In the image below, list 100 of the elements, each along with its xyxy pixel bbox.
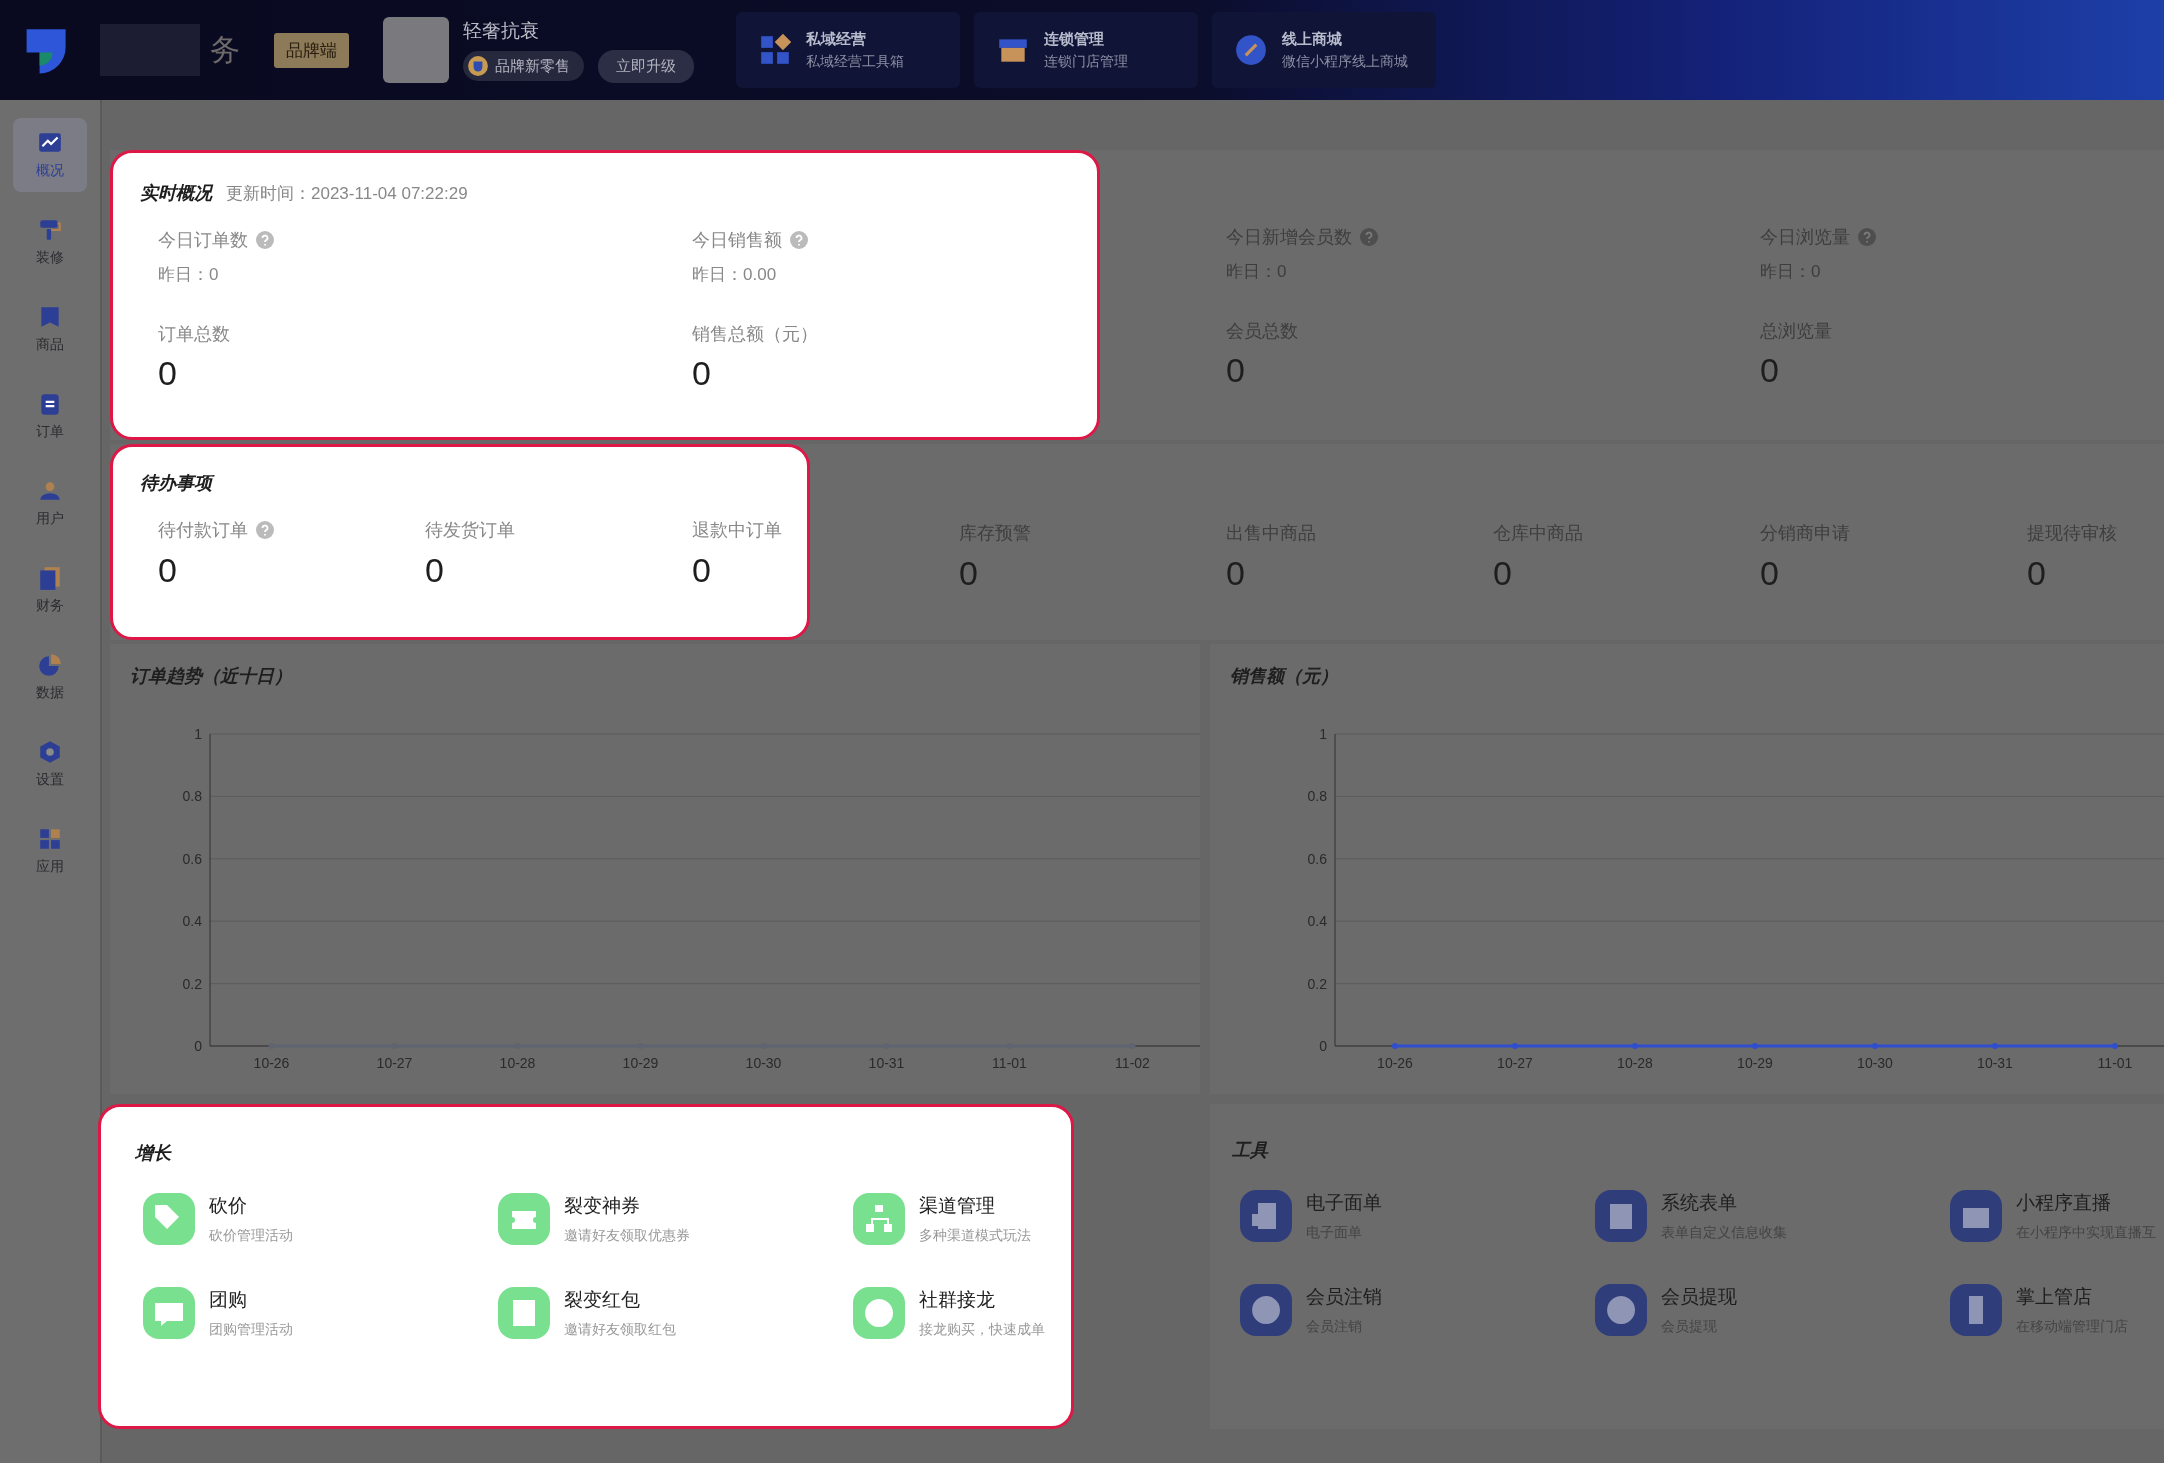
feature-name[interactable]: 砍价 (209, 1193, 293, 1219)
feature-name[interactable]: 小程序直播 (2016, 1190, 2156, 1216)
todo-count[interactable]: 0 (959, 554, 1226, 593)
y-tick-label: 0.6 (1307, 850, 1327, 867)
yesterday-value: 昨日：0 (158, 264, 220, 286)
feature-name[interactable]: 裂变红包 (564, 1287, 676, 1313)
y-tick-label: 0.4 (1307, 913, 1327, 930)
todo-count[interactable]: 0 (1226, 554, 1493, 593)
nav-card[interactable]: 线上商城 微信小程序线上商城 (1212, 12, 1436, 88)
x-tick-label: 10-27 (376, 1055, 413, 1071)
nav-card-subtitle: 连锁门店管理 (1044, 52, 1128, 71)
feature-description: 砍价管理活动 (209, 1227, 293, 1245)
section-title: 增长 (135, 1142, 173, 1165)
stat-label: 今日销售额 (692, 229, 782, 252)
y-tick-label: 0.2 (1307, 975, 1327, 992)
y-tick-label: 1 (194, 726, 202, 742)
todo-label: 退款中订单 (692, 519, 782, 542)
help-icon[interactable] (1858, 228, 1876, 246)
y-tick-label: 1 (1319, 726, 1327, 742)
x-tick-label: 10-30 (1857, 1055, 1893, 1071)
help-icon[interactable] (256, 521, 274, 539)
stat-label: 今日订单数 (158, 229, 248, 252)
nav-card-subtitle: 微信小程序线上商城 (1282, 52, 1408, 71)
feature-description: 团购管理活动 (209, 1321, 293, 1339)
feature-name[interactable]: 掌上管店 (2016, 1284, 2128, 1310)
edition-badge: 品牌端 (274, 32, 349, 68)
total-value: 0 (1760, 351, 1780, 390)
tree-icon[interactable] (853, 1193, 905, 1245)
feature-description: 多种渠道模式玩法 (919, 1227, 1031, 1245)
todo-count[interactable]: 0 (2027, 554, 2164, 593)
feature-name[interactable]: 系统表单 (1661, 1190, 1787, 1216)
total-label: 销售总额（元） (692, 323, 819, 346)
nav-card-subtitle: 私域经营工具箱 (806, 52, 904, 71)
help-icon[interactable] (1360, 228, 1378, 246)
help-icon[interactable] (256, 231, 274, 249)
store-name: 轻奢抗衰 (463, 18, 540, 43)
shield-icon (467, 55, 489, 77)
x-tick-label: 11-01 (992, 1055, 1027, 1071)
x-tick-label: 10-31 (1977, 1055, 2013, 1071)
chart-title: 订单趋势（近十日） (130, 665, 292, 688)
total-value: 0 (1226, 351, 1246, 390)
y-tick-label: 0 (194, 1038, 202, 1054)
y-tick-label: 0 (1319, 1038, 1327, 1054)
sidebar-item[interactable]: 订单 (13, 379, 87, 453)
sidebar-item[interactable]: 装修 (13, 205, 87, 279)
nav-card-title: 线上商城 (1282, 29, 1343, 49)
x-tick-label: 10-30 (745, 1055, 782, 1071)
total-value: 0 (692, 354, 712, 393)
x-tick-label: 10-29 (622, 1055, 659, 1071)
feature-name[interactable]: 会员提现 (1661, 1284, 1737, 1310)
feature-name[interactable]: 社群接龙 (919, 1287, 1045, 1313)
feature-name[interactable]: 会员注销 (1306, 1284, 1382, 1310)
brush-icon (37, 217, 63, 243)
x-tick-label: 11-02 (1115, 1055, 1150, 1071)
feature-name[interactable]: 裂变神券 (564, 1193, 690, 1219)
yesterday-value: 昨日：0.00 (692, 264, 778, 286)
ticket-icon[interactable] (498, 1193, 550, 1245)
todo-count[interactable]: 0 (158, 551, 425, 590)
feature-name[interactable]: 团购 (209, 1287, 293, 1313)
sidebar-item[interactable]: 财务 (13, 553, 87, 627)
plan-label: 品牌新零售 (463, 51, 584, 81)
x-tick-label: 11-01 (2097, 1055, 2133, 1071)
todo-count[interactable]: 0 (1760, 554, 2027, 593)
sidebar-item[interactable]: 用户 (13, 466, 87, 540)
todo-count[interactable]: 0 (425, 551, 692, 590)
sidebar-item[interactable]: 设置 (13, 727, 87, 801)
feature-description: 接龙购买，快速成单 (919, 1321, 1045, 1339)
todo-label: 待付款订单 (158, 519, 248, 542)
section-title: 实时概况 (140, 182, 212, 205)
help-icon[interactable] (790, 231, 808, 249)
sidebar-item[interactable]: 应用 (13, 814, 87, 888)
todo-label: 待发货订单 (425, 519, 515, 542)
store-avatar (383, 17, 449, 83)
grid-icon (758, 33, 792, 67)
nav-card[interactable]: 连锁管理 连锁门店管理 (974, 12, 1198, 88)
feature-name[interactable]: 渠道管理 (919, 1193, 1031, 1219)
sidebar-item[interactable]: 数据 (13, 640, 87, 714)
todo-count[interactable]: 0 (1493, 554, 1760, 593)
y-tick-label: 0.8 (182, 788, 202, 805)
tag-icon[interactable] (143, 1193, 195, 1245)
feature-description: 邀请好友领取优惠券 (564, 1227, 690, 1245)
sidebar-item[interactable]: 商品 (13, 292, 87, 366)
y-tick-label: 0.6 (182, 850, 202, 867)
apps-icon (37, 826, 63, 852)
y-tick-label: 0.2 (182, 975, 202, 992)
x-tick-label: 10-26 (1377, 1055, 1413, 1071)
x-tick-label: 10-28 (1617, 1055, 1653, 1071)
y-tick-label: 0.8 (1307, 788, 1327, 805)
nav-card[interactable]: 私域经营 私域经营工具箱 (736, 12, 960, 88)
y-tick-label: 0.4 (182, 913, 202, 930)
nav-card-title: 私域经营 (806, 29, 867, 49)
logo-text: 务 (210, 31, 240, 68)
todo-count[interactable]: 0 (692, 551, 959, 590)
sidebar-item[interactable]: 概况 (13, 118, 87, 192)
x-tick-label: 10-31 (868, 1055, 905, 1071)
upgrade-button[interactable]: 立即升级 (598, 49, 694, 83)
x-tick-label: 10-29 (1737, 1055, 1773, 1071)
feature-description: 邀请好友领取红包 (564, 1321, 676, 1339)
x-tick-label: 10-27 (1497, 1055, 1533, 1071)
feature-name[interactable]: 电子面单 (1306, 1190, 1382, 1216)
